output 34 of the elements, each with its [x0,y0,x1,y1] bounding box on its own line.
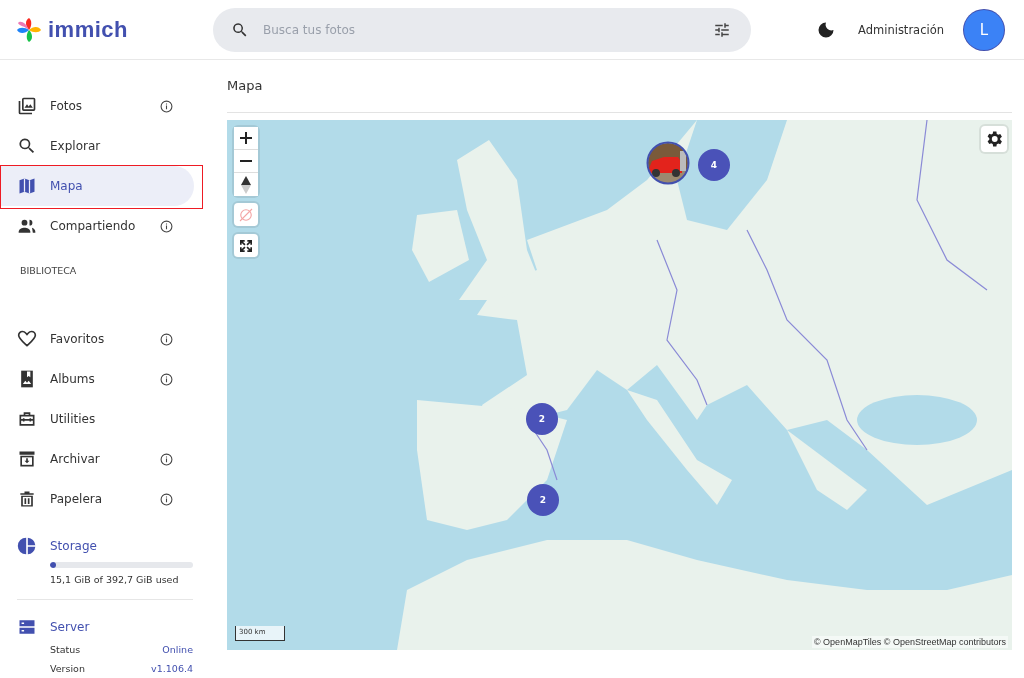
search-icon [17,136,37,156]
trash-icon [17,489,37,509]
archive-icon [17,449,37,469]
sidebar-item[interactable]: Archivar [0,439,194,479]
info-label: Version [50,663,85,674]
sidebar-item[interactable]: Compartiendo [0,206,194,246]
admin-link[interactable]: Administración [858,22,944,37]
sidebar-item[interactable]: Fotos [0,86,194,126]
sidebar-item[interactable]: Favoritos [0,319,194,359]
sidebar-item[interactable]: Papelera [0,479,194,519]
pie-chart-icon [17,536,37,556]
server-icon [17,617,37,637]
sidebar-item[interactable]: Utilities [0,399,194,439]
map-icon [17,176,37,196]
info-value: Online [162,644,193,655]
sidebar-item[interactable]: Albums [0,359,194,399]
server-title: Server [50,620,90,634]
info-label: Status [50,644,81,655]
logo-wordmark: immich [48,16,129,43]
sidebar-item[interactable]: Explorar [0,126,194,166]
toolbox-icon [17,409,37,429]
user-avatar[interactable]: L [964,9,1004,50]
page-title: Mapa [227,60,1012,113]
storage-title: Storage [50,539,97,553]
filter-sliders-icon [713,20,731,39]
photos-icon [17,96,37,116]
search-field[interactable]: Busca tus fotos [261,7,701,52]
heart-icon [17,329,37,349]
section-heading: BIBLIOTECA [19,264,78,278]
search-icon [231,20,249,39]
search-bar[interactable]: Busca tus fotos [213,7,751,52]
storage-usage: 15,1 GiB of 392,7 GiB used [50,574,180,585]
info-value: v1.106.4 [151,663,193,674]
pinwheel-logo-icon [16,16,42,43]
